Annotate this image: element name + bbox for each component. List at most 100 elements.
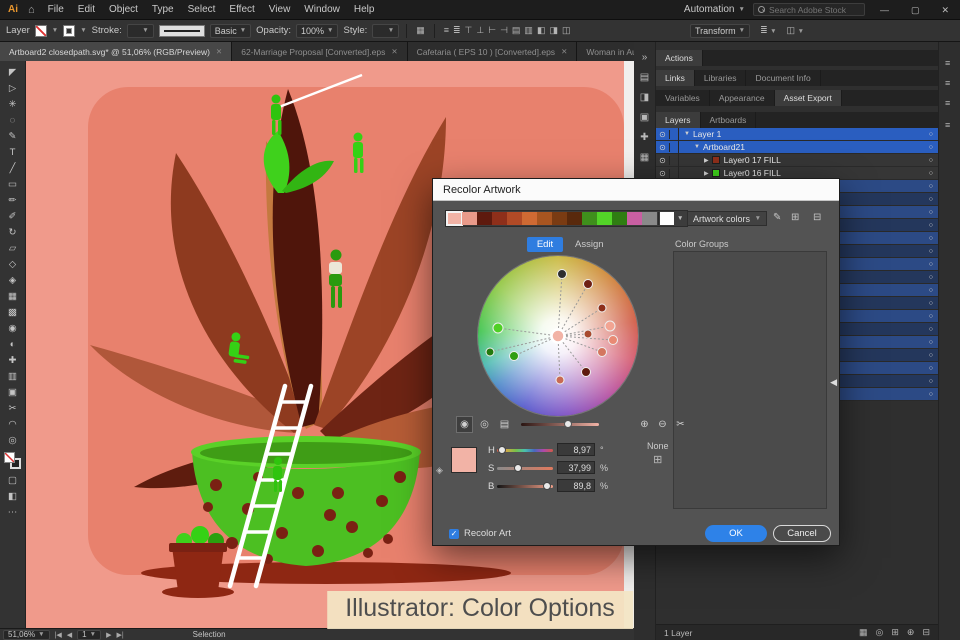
target-icon[interactable]: ○	[924, 365, 938, 372]
scale-tool[interactable]: ▱	[2, 240, 24, 256]
rectangle-tool[interactable]: ▭	[2, 176, 24, 192]
artwork-swatch[interactable]	[627, 212, 642, 225]
collapse-arrow-icon[interactable]: ◀	[830, 377, 837, 388]
ok-button[interactable]: OK	[705, 525, 767, 542]
lock-cell[interactable]	[670, 127, 679, 141]
artwork-swatch[interactable]	[612, 212, 627, 225]
target-icon[interactable]: ○	[924, 183, 938, 190]
eyedropper-tool[interactable]: ◉	[2, 320, 24, 336]
tab-layers[interactable]: Layers	[656, 112, 701, 128]
color-wheel[interactable]	[478, 256, 638, 416]
align-icon[interactable]: ≣	[451, 25, 463, 36]
artwork-colors-dropdown[interactable]: Artwork colors ▼	[687, 211, 767, 226]
stroke-weight-dropdown[interactable]: ▼	[126, 23, 154, 38]
menu-object[interactable]: Object	[102, 0, 145, 20]
collapse-panels-icon[interactable]: »	[642, 52, 648, 63]
target-icon[interactable]: ○	[924, 378, 938, 385]
blend-tool[interactable]: ◐	[2, 336, 24, 352]
menu-file[interactable]: File	[41, 0, 71, 20]
opacity-dropdown[interactable]: 100% ▼	[296, 23, 339, 38]
brightness-value-slider[interactable]	[497, 482, 553, 490]
menu-window[interactable]: Window	[297, 0, 347, 20]
document-tab[interactable]: Woman in Autumn with Plant an✕	[577, 42, 634, 61]
transform-dropdown[interactable]: Transform ▼	[689, 23, 751, 38]
rotate-tool[interactable]: ↻	[2, 224, 24, 240]
artwork-swatch[interactable]	[582, 212, 597, 225]
hue-thumb[interactable]	[498, 446, 507, 454]
make-mask-icon[interactable]: ◎	[876, 627, 884, 638]
visibility-eye-icon[interactable]: ⊙	[656, 142, 670, 152]
gradient-tool[interactable]: ▩	[2, 304, 24, 320]
shape-builder-tool[interactable]: ◈	[2, 272, 24, 288]
brush-stroke-preview[interactable]	[158, 24, 205, 37]
paintbrush-tool[interactable]: ✏	[2, 192, 24, 208]
symbol-sprayer-tool[interactable]: ✚	[2, 352, 24, 368]
white-swatch[interactable]	[660, 212, 674, 225]
document-setup-icon[interactable]: ▦	[414, 25, 427, 36]
workspace-icon[interactable]: ◫ ▼	[787, 25, 804, 36]
align-icon[interactable]: ▤	[510, 25, 523, 36]
tab-variables[interactable]: Variables	[656, 90, 710, 106]
tab-assign[interactable]: Assign	[569, 237, 610, 252]
minimize-button[interactable]: —	[873, 0, 896, 20]
align-icon[interactable]: ◧	[535, 25, 548, 36]
close-icon[interactable]: ✕	[561, 47, 567, 56]
automation-dropdown[interactable]: Automation ▼	[684, 4, 745, 15]
selection-tool[interactable]: ◤	[2, 64, 24, 80]
target-icon[interactable]: ○	[924, 261, 938, 268]
chevron-down-icon[interactable]: ▼	[52, 27, 58, 34]
panel-options-icon[interactable]: ≣ ▼	[760, 25, 776, 36]
free-transform-tool[interactable]: ◇	[2, 256, 24, 272]
hand-tool[interactable]: ◠	[2, 416, 24, 432]
libraries-panel-icon[interactable]: ▤	[640, 72, 649, 83]
visibility-eye-icon[interactable]: ⊙	[656, 129, 670, 139]
next-artboard-icon[interactable]: ▶	[106, 631, 111, 639]
align-icon[interactable]: ⊣	[498, 25, 510, 36]
tab-document-info[interactable]: Document Info	[746, 70, 821, 86]
style-dropdown[interactable]: ▼	[372, 23, 400, 38]
unlink-harmony-icon[interactable]: ✂	[673, 417, 688, 432]
magic-wand-tool[interactable]: ✳	[2, 96, 24, 112]
target-icon[interactable]: ○	[924, 196, 938, 203]
panel-menu-icon[interactable]: ≡	[945, 120, 950, 130]
align-icon[interactable]: ▥	[522, 25, 535, 36]
artwork-swatch[interactable]	[507, 212, 522, 225]
layer-row[interactable]: ⊙ ▼ Artboard21 ○	[656, 140, 938, 154]
target-icon[interactable]: ○	[924, 170, 938, 177]
chevron-down-icon[interactable]: ▼	[674, 215, 686, 222]
artwork-swatch[interactable]	[597, 212, 612, 225]
color-panel-icon[interactable]: ◨	[640, 92, 649, 103]
collect-for-export-icon[interactable]: ▦	[859, 627, 868, 638]
artwork-swatch[interactable]	[642, 212, 657, 225]
segmented-wheel-icon[interactable]: ◎	[477, 417, 492, 432]
first-artboard-icon[interactable]: |◀	[55, 631, 62, 639]
color-groups-panel[interactable]	[673, 251, 827, 509]
brightness-value[interactable]: 89,8	[557, 479, 595, 492]
artwork-swatch[interactable]	[446, 211, 463, 226]
target-icon[interactable]: ○	[924, 300, 938, 307]
tab-actions[interactable]: Actions	[656, 50, 703, 66]
brightness-value-thumb[interactable]	[543, 482, 552, 490]
artwork-swatch[interactable]	[462, 212, 477, 225]
target-icon[interactable]: ○	[924, 131, 938, 138]
target-icon[interactable]: ○	[924, 391, 938, 398]
artwork-swatch[interactable]	[477, 212, 492, 225]
align-icon[interactable]: ◨	[547, 25, 560, 36]
layer-row[interactable]: ⊙ ▼ Layer 1 ○	[656, 127, 938, 141]
chevron-down-icon[interactable]: ▼	[80, 27, 86, 34]
saturation-thumb[interactable]	[514, 464, 523, 472]
document-tab[interactable]: Artboard2 closedpath.svg* @ 51,06% (RGB/…	[0, 42, 233, 61]
dialog-titlebar[interactable]: Recolor Artwork	[433, 179, 839, 201]
tab-asset-export[interactable]: Asset Export	[774, 90, 842, 106]
mesh-tool[interactable]: ▦	[2, 288, 24, 304]
panel-menu-icon[interactable]: ≡	[945, 58, 950, 68]
column-graph-tool[interactable]: ▥	[2, 368, 24, 384]
brightness-thumb[interactable]	[563, 420, 572, 428]
recolor-art-checkbox[interactable]: ✓ Recolor Art	[449, 528, 511, 539]
hue-value[interactable]: 8,97	[557, 443, 595, 456]
target-icon[interactable]: ○	[924, 352, 938, 359]
zoom-dropdown[interactable]: 51,06% ▼	[3, 629, 50, 640]
artboard-nav-dropdown[interactable]: 1 ▼	[77, 629, 102, 640]
close-icon[interactable]: ✕	[216, 47, 222, 56]
align-icon[interactable]: ◫	[560, 25, 573, 36]
